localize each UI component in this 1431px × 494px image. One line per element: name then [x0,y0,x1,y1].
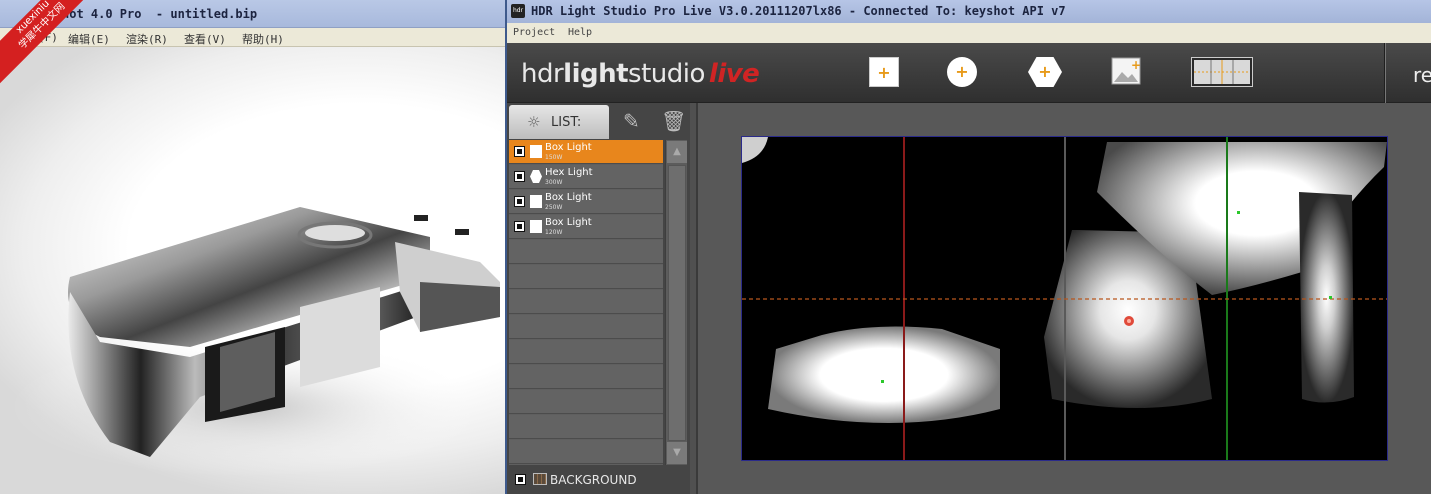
light-watts: 250W [545,204,563,211]
brand-part-hdr: hdr [521,59,564,89]
light-watts: 300W [545,179,563,186]
trash-icon[interactable]: 🗑 [661,109,686,133]
light-visible-checkbox[interactable] [514,196,525,207]
hdr-lightmap [742,137,1387,460]
light-name: Box Light [545,142,592,153]
toolbar-divider [1384,43,1386,103]
svg-text:+: + [1131,58,1141,72]
background-row[interactable]: BACKGROUND [509,469,687,491]
empty-row [509,265,663,289]
light-visible-checkbox[interactable] [514,221,525,232]
light-visible-checkbox[interactable] [514,146,525,157]
empty-row [509,440,663,464]
hdr-brand-logo: hdrlightstudio live [521,59,760,89]
menu-render[interactable]: 渲染(R) [126,31,168,47]
add-image-light-icon: + [1111,57,1141,85]
add-image-light-button[interactable]: + [1111,57,1141,85]
light-row-hex-300[interactable]: Hex Light 300W [509,165,663,189]
brand-part-light: light [563,59,629,89]
light-name: Hex Light [545,167,593,178]
menu-view[interactable]: 查看(V) [184,31,226,47]
light-name: Box Light [545,217,592,228]
hdr-title: HDR Light Studio Pro Live V3.0.20111207l… [531,4,1066,18]
hex-light-icon [530,170,542,183]
keyshot-window: hot 4.0 Pro - untitled.bip (F) 编辑(E) 渲染(… [0,0,507,494]
hdr-title-bar[interactable]: hdr HDR Light Studio Pro Live V3.0.20111… [507,0,1431,23]
add-circle-light-button[interactable]: + [947,57,977,87]
hdr-light-studio-window: hdr HDR Light Studio Pro Live V3.0.20111… [507,0,1431,494]
hdr-canvas[interactable] [741,136,1388,461]
light-list-panel: ☼ LIST: ✎ 🗑 Box Light 150W Hex Light 300… [507,103,690,494]
keyshot-title: hot 4.0 Pro - untitled.bip [62,7,258,21]
hdr-menu-bar: Project Help [507,23,1431,43]
edit-icon[interactable]: ✎ [623,109,647,133]
add-hex-light-icon: + [1038,62,1052,81]
add-box-light-button[interactable]: + [869,57,899,87]
empty-row [509,340,663,364]
light-visible-checkbox[interactable] [514,171,525,182]
light-name: Box Light [545,192,592,203]
preset-strip-button[interactable] [1191,57,1253,87]
background-icon [533,473,547,485]
light-watts: 150W [545,154,563,161]
toolbar-right-label: re [1413,63,1431,87]
empty-row [509,415,663,439]
usb-drive-render [10,207,500,477]
box-light-icon [530,220,542,233]
box-light-icon [530,195,542,208]
hdr-app-icon: hdr [511,4,525,18]
light-row-box-250[interactable]: Box Light 250W [509,190,663,214]
list-scrollbar[interactable]: ▲ ▼ [665,140,687,465]
brand-part-live: live [708,59,760,89]
list-tab-label: LIST: [551,115,582,130]
light-row-box-150[interactable]: Box Light 150W [509,140,663,164]
light-list: Box Light 150W Hex Light 300W Box Light … [509,140,663,465]
hdr-canvas-panel [696,103,1431,494]
menu-edit[interactable]: 编辑(E) [68,31,110,47]
scroll-down-icon[interactable]: ▼ [667,442,687,464]
empty-row [509,315,663,339]
keyshot-menu-bar: (F) 编辑(E) 渲染(R) 查看(V) 帮助(H) [0,28,507,47]
bulb-icon: ☼ [527,113,541,131]
menu-help[interactable]: 帮助(H) [242,31,284,47]
list-tab[interactable]: ☼ LIST: [509,105,609,139]
hdr-toolbar: hdrlightstudio live + + + + re [507,43,1431,103]
scroll-thumb[interactable] [668,165,686,441]
add-circle-light-icon: + [955,62,969,81]
brand-part-studio: studio [628,59,705,89]
background-visible-checkbox[interactable] [515,474,526,485]
empty-row [509,390,663,414]
box-light-icon [530,145,542,158]
add-box-light-icon: + [877,63,891,82]
preset-strip-icon [1191,57,1253,87]
add-hex-light-button[interactable]: + [1028,57,1062,87]
empty-row [509,365,663,389]
background-label: BACKGROUND [550,473,637,487]
scroll-up-icon[interactable]: ▲ [667,141,687,163]
light-row-box-120[interactable]: Box Light 120W [509,215,663,239]
empty-row [509,290,663,314]
light-watts: 120W [545,229,563,236]
menu-project[interactable]: Project [513,27,555,38]
menu-help-hdr[interactable]: Help [568,27,592,38]
empty-row [509,240,663,264]
